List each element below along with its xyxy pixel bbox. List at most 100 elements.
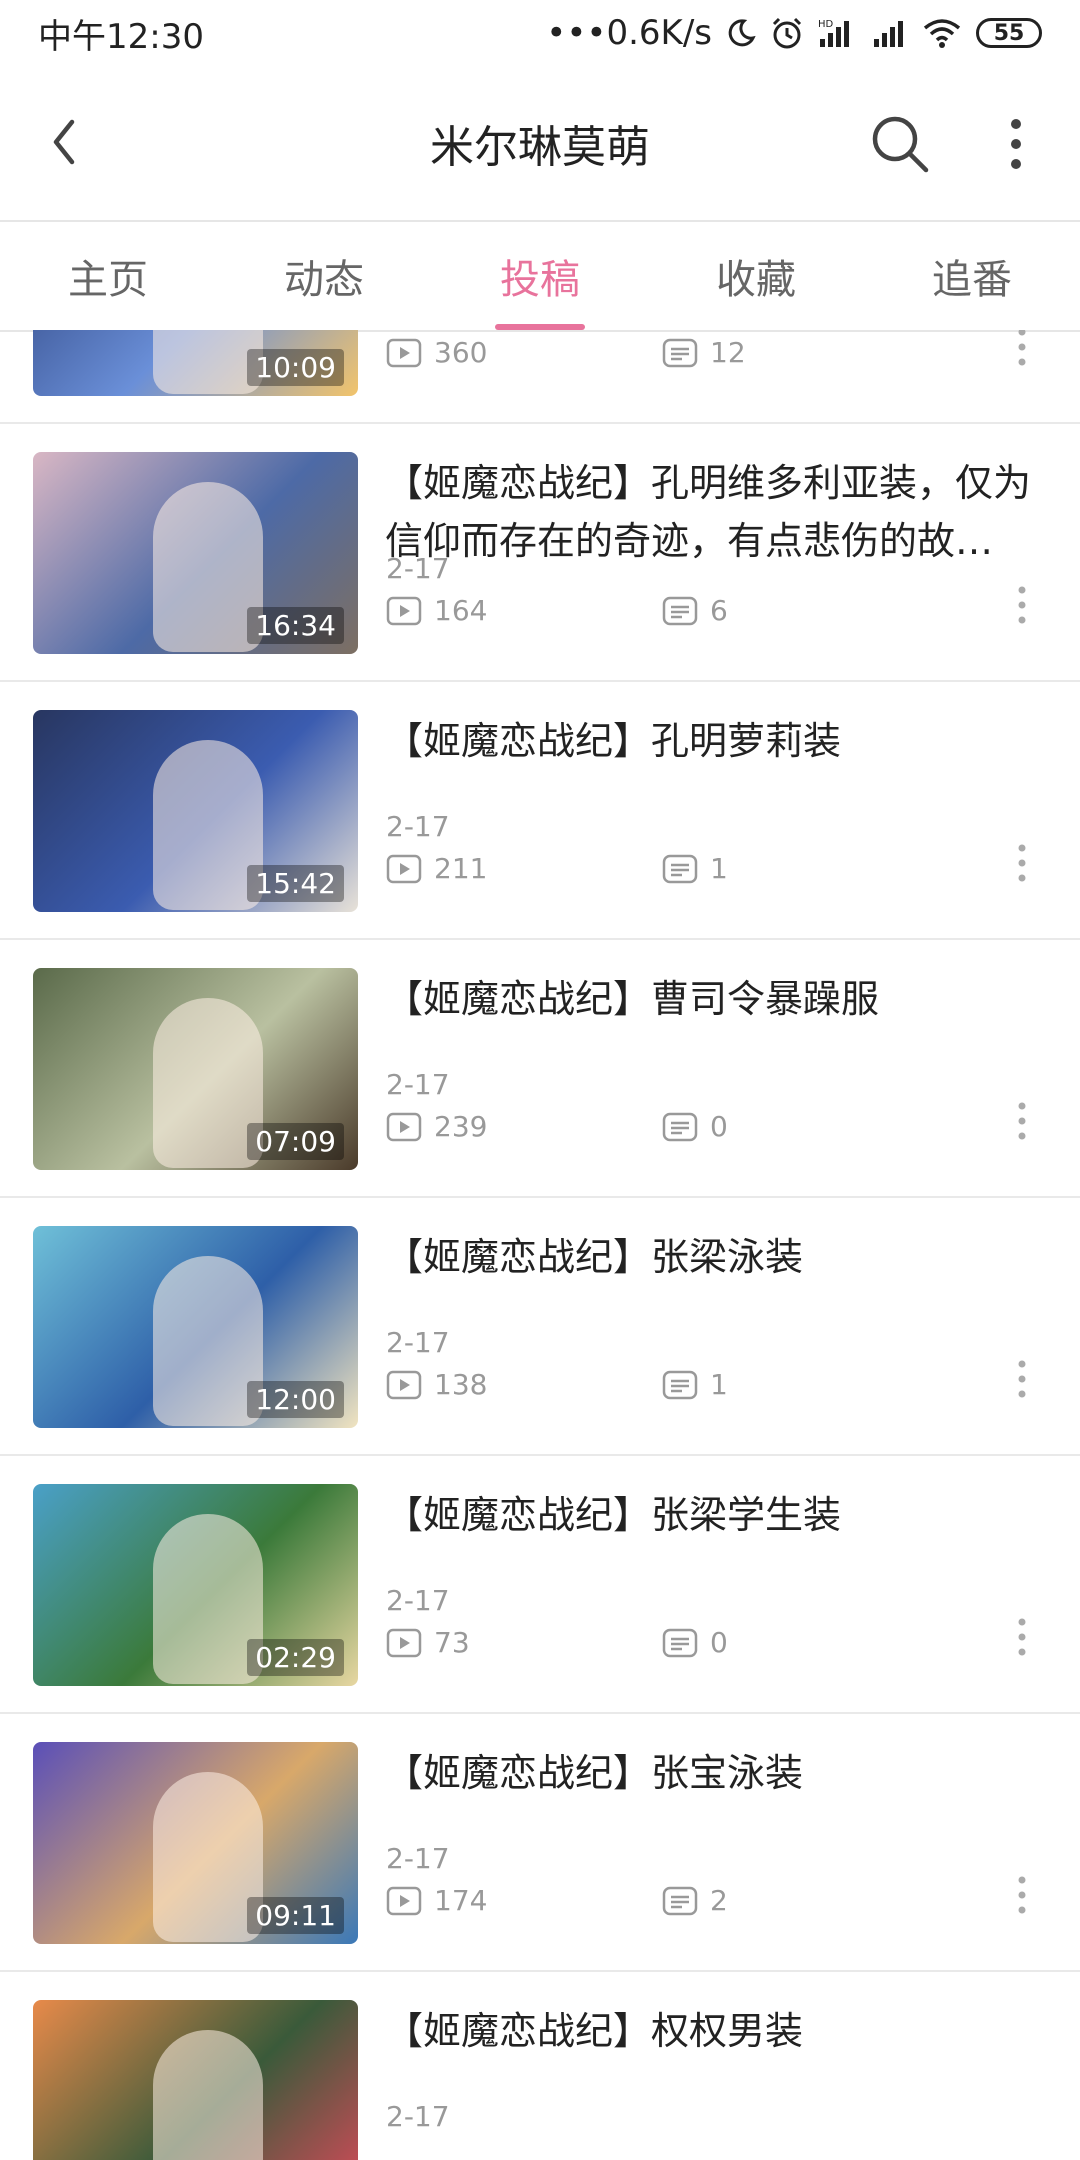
video-title[interactable]: 【姬魔恋战纪】孔明维多利亚装，仅为信仰而存在的奇迹，有点悲伤的故… [385, 454, 1045, 570]
comment-icon [662, 596, 698, 625]
status-time: 中午12:30 [38, 16, 204, 57]
back-arrow-icon[interactable] [40, 112, 100, 172]
video-thumbnail[interactable]: 09:11 [33, 1742, 358, 1944]
play-count-icon [386, 1112, 422, 1141]
moon-icon [726, 18, 756, 48]
video-title[interactable]: 【姬魔恋战纪】曹司令暴躁服 [385, 970, 1045, 1028]
comment-count: 1 [662, 1368, 728, 1401]
comment-count: 1 [662, 852, 728, 885]
video-list-item[interactable]: 12:00 【姬魔恋战纪】张梁泳装 2-17 138 1 [0, 1198, 1080, 1456]
item-more-icon[interactable] [1012, 584, 1032, 626]
video-list-item[interactable]: 07:09 【姬魔恋战纪】曹司令暴躁服 2-17 239 0 [0, 940, 1080, 1198]
video-thumbnail[interactable]: 07:09 [33, 968, 358, 1170]
comment-icon [662, 1628, 698, 1657]
play-count-icon [386, 854, 422, 883]
more-options-icon[interactable] [990, 112, 1042, 176]
signal-hd-icon: HD [818, 17, 858, 49]
item-more-icon[interactable] [1012, 1616, 1032, 1658]
search-icon[interactable] [868, 112, 932, 176]
comment-icon [662, 338, 698, 367]
comment-icon [662, 854, 698, 883]
item-more-icon[interactable] [1012, 1358, 1032, 1400]
video-thumbnail[interactable]: 10:09 [33, 330, 358, 396]
video-duration: 07:09 [247, 1123, 344, 1160]
view-count-value: 174 [434, 1884, 488, 1917]
video-list-item[interactable]: 15:42 【姬魔恋战纪】孔明萝莉装 2-17 211 1 [0, 682, 1080, 940]
video-thumbnail[interactable]: 15:42 [33, 710, 358, 912]
video-list-item[interactable]: 16:34 【姬魔恋战纪】孔明维多利亚装，仅为信仰而存在的奇迹，有点悲伤的故… 2-… [0, 424, 1080, 682]
comment-icon [662, 1112, 698, 1141]
status-icons: •••0.6K/s HD 55 [546, 13, 1042, 53]
comment-count-value: 6 [710, 594, 728, 627]
tab-favorites[interactable]: 收藏 [648, 222, 864, 330]
view-count: 174 [386, 1884, 487, 1917]
tab-home[interactable]: 主页 [0, 222, 216, 330]
video-thumbnail[interactable]: 16:34 [33, 452, 358, 654]
item-more-icon[interactable] [1012, 330, 1032, 368]
tab-label: 主页 [68, 257, 148, 303]
network-speed: •••0.6K/s [546, 13, 712, 53]
comment-count-value: 0 [710, 1110, 728, 1143]
video-title[interactable]: 【姬魔恋战纪】张宝泳装 [385, 1744, 1045, 1802]
video-title[interactable]: 【姬魔恋战纪】张梁学生装 [385, 1486, 1045, 1544]
view-count: 211 [386, 852, 487, 885]
play-count-icon [386, 1370, 422, 1399]
view-count-value: 138 [434, 1368, 488, 1401]
video-list-item[interactable]: 09:11 【姬魔恋战纪】张宝泳装 2-17 174 2 [0, 1714, 1080, 1972]
battery-level: 55 [993, 20, 1025, 46]
comment-icon [662, 1886, 698, 1915]
comment-count-value: 12 [710, 336, 746, 369]
wifi-icon [922, 17, 962, 49]
item-more-icon[interactable] [1012, 842, 1032, 884]
view-count-value: 239 [434, 1110, 488, 1143]
view-count: 138 [386, 1368, 487, 1401]
status-bar: 中午12:30 •••0.6K/s HD 55 [0, 0, 1080, 66]
comment-count: 2 [662, 1884, 728, 1917]
video-title[interactable]: 【姬魔恋战纪】孔明萝莉装 [385, 712, 1045, 770]
view-count: 239 [386, 1110, 487, 1143]
tab-label: 动态 [284, 257, 364, 303]
view-count-value: 73 [434, 1626, 470, 1659]
video-date: 2-17 [386, 810, 450, 843]
video-duration: 16:34 [247, 607, 344, 644]
comment-count-value: 2 [710, 1884, 728, 1917]
video-date: 2-17 [386, 1584, 450, 1617]
video-thumbnail[interactable] [33, 2000, 358, 2160]
comment-count: 6 [662, 594, 728, 627]
view-count-value: 164 [434, 594, 488, 627]
tab-activity[interactable]: 动态 [216, 222, 432, 330]
video-duration: 02:29 [247, 1639, 344, 1676]
item-more-icon[interactable] [1012, 1874, 1032, 1916]
video-list-item[interactable]: 【姬魔恋战纪】权权男装 2-17 [0, 1972, 1080, 2160]
comment-count-value: 1 [710, 1368, 728, 1401]
signal-icon [872, 17, 908, 49]
comment-count: 0 [662, 1626, 728, 1659]
alarm-icon [770, 16, 804, 50]
tab-bar: 主页 动态 投稿 收藏 追番 [0, 222, 1080, 330]
comment-count-value: 1 [710, 852, 728, 885]
tab-submissions[interactable]: 投稿 [432, 222, 648, 330]
play-count-icon [386, 1628, 422, 1657]
video-thumbnail[interactable]: 02:29 [33, 1484, 358, 1686]
view-count: 164 [386, 594, 487, 627]
video-date: 2-17 [386, 1842, 450, 1875]
page-title: 米尔琳莫萌 [430, 122, 650, 173]
video-list-item[interactable]: 10:092-1836012 [0, 330, 1080, 424]
tab-label: 投稿 [500, 257, 580, 303]
tab-label: 追番 [932, 257, 1012, 303]
comment-icon [662, 1370, 698, 1399]
video-title[interactable]: 【姬魔恋战纪】张梁泳装 [385, 1228, 1045, 1286]
video-list: 10:092-1836012 16:34 【姬魔恋战纪】孔明维多利亚装，仅为信仰而存… [0, 330, 1080, 2160]
tab-label: 收藏 [716, 257, 796, 303]
play-count-icon [386, 596, 422, 625]
video-date: 2-17 [386, 552, 450, 585]
video-title[interactable]: 【姬魔恋战纪】权权男装 [385, 2002, 1045, 2060]
video-duration: 09:11 [247, 1897, 344, 1934]
video-list-item[interactable]: 02:29 【姬魔恋战纪】张梁学生装 2-17 73 0 [0, 1456, 1080, 1714]
view-count: 73 [386, 1626, 470, 1659]
video-thumbnail[interactable]: 12:00 [33, 1226, 358, 1428]
play-count-icon [386, 338, 422, 367]
tab-following-anime[interactable]: 追番 [864, 222, 1080, 330]
item-more-icon[interactable] [1012, 1100, 1032, 1142]
comment-count: 12 [662, 336, 746, 369]
